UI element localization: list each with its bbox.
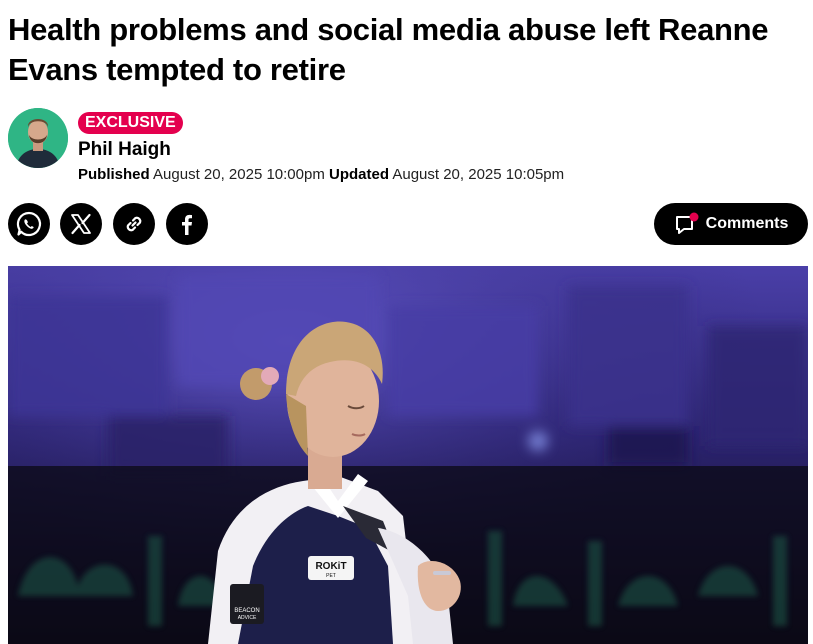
updated-date: August 20, 2025 10:05pm bbox=[392, 166, 565, 183]
hero-photo: ROKiT PET BEACON ADVICE bbox=[8, 266, 808, 644]
svg-text:BEACON: BEACON bbox=[234, 608, 259, 614]
updated-label: Updated bbox=[329, 166, 389, 183]
published-date: August 20, 2025 10:00pm bbox=[153, 166, 325, 183]
sleeve-patch: BEACON ADVICE bbox=[230, 584, 264, 624]
x-icon bbox=[71, 213, 91, 235]
share-whatsapp-button[interactable] bbox=[8, 203, 50, 245]
copy-link-button[interactable] bbox=[113, 203, 155, 245]
svg-text:ADVICE: ADVICE bbox=[238, 615, 257, 621]
author-name[interactable]: Phil Haigh bbox=[78, 139, 171, 161]
comments-button[interactable]: Comments bbox=[654, 203, 808, 245]
article-page: Health problems and social media abuse l… bbox=[0, 0, 813, 644]
hero-image[interactable]: ROKiT PET BEACON ADVICE bbox=[8, 266, 808, 644]
comments-label: Comments bbox=[705, 215, 789, 232]
facebook-icon bbox=[182, 214, 192, 235]
published-label: Published bbox=[78, 166, 150, 183]
publish-dates: Published August 20, 2025 10:00pm Update… bbox=[78, 166, 564, 183]
author-avatar[interactable] bbox=[8, 108, 68, 168]
vest-logo: ROKiT PET bbox=[308, 556, 354, 580]
share-x-button[interactable] bbox=[60, 203, 102, 245]
svg-text:ROKiT: ROKiT bbox=[315, 561, 346, 572]
author-portrait-image bbox=[8, 108, 68, 168]
exclusive-badge: EXCLUSIVE bbox=[78, 112, 183, 134]
whatsapp-icon bbox=[16, 211, 42, 237]
comment-icon bbox=[674, 212, 700, 236]
svg-text:PET: PET bbox=[326, 573, 336, 579]
notification-dot bbox=[689, 212, 699, 222]
byline: EXCLUSIVE Phil Haigh Published August 20… bbox=[8, 108, 708, 188]
share-facebook-button[interactable] bbox=[166, 203, 208, 245]
article-headline: Health problems and social media abuse l… bbox=[8, 12, 769, 87]
link-icon bbox=[126, 216, 142, 232]
